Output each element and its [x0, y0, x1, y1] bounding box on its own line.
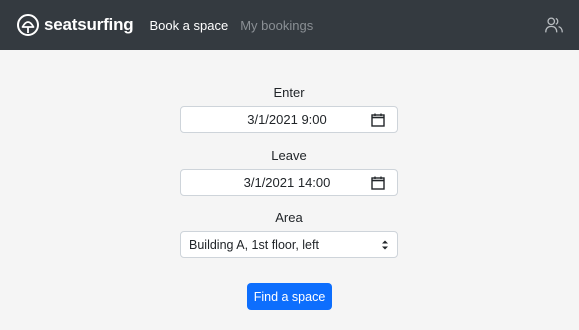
area-select[interactable]: Building A, 1st floor, left: [180, 231, 398, 258]
nav-book-a-space[interactable]: Book a space: [149, 18, 228, 33]
enter-datetime-value: 3/1/2021 9:00: [247, 112, 327, 127]
area-select-value: Building A, 1st floor, left: [189, 237, 319, 252]
find-a-space-button[interactable]: Find a space: [247, 283, 332, 310]
leave-label: Leave: [271, 148, 307, 163]
seatsurfing-logo-icon: [17, 14, 39, 36]
brand-name: seatsurfing: [44, 15, 134, 34]
nav-my-bookings[interactable]: My bookings: [240, 18, 313, 33]
area-label: Area: [275, 210, 303, 225]
booking-form: Enter 3/1/2021 9:00 Leave 3/1/2021 14:00…: [0, 50, 579, 330]
enter-datetime-input[interactable]: 3/1/2021 9:00: [180, 106, 398, 133]
calendar-icon[interactable]: [371, 113, 385, 127]
leave-datetime-input[interactable]: 3/1/2021 14:00: [180, 169, 398, 196]
top-navbar: seatsurfing Book a space My bookings: [0, 0, 579, 50]
user-group-icon[interactable]: [543, 14, 565, 36]
leave-datetime-value: 3/1/2021 14:00: [243, 175, 331, 190]
brand[interactable]: seatsurfing: [16, 13, 134, 37]
calendar-icon[interactable]: [371, 176, 385, 190]
chevron-up-down-icon: [382, 240, 388, 249]
enter-label: Enter: [273, 85, 305, 100]
